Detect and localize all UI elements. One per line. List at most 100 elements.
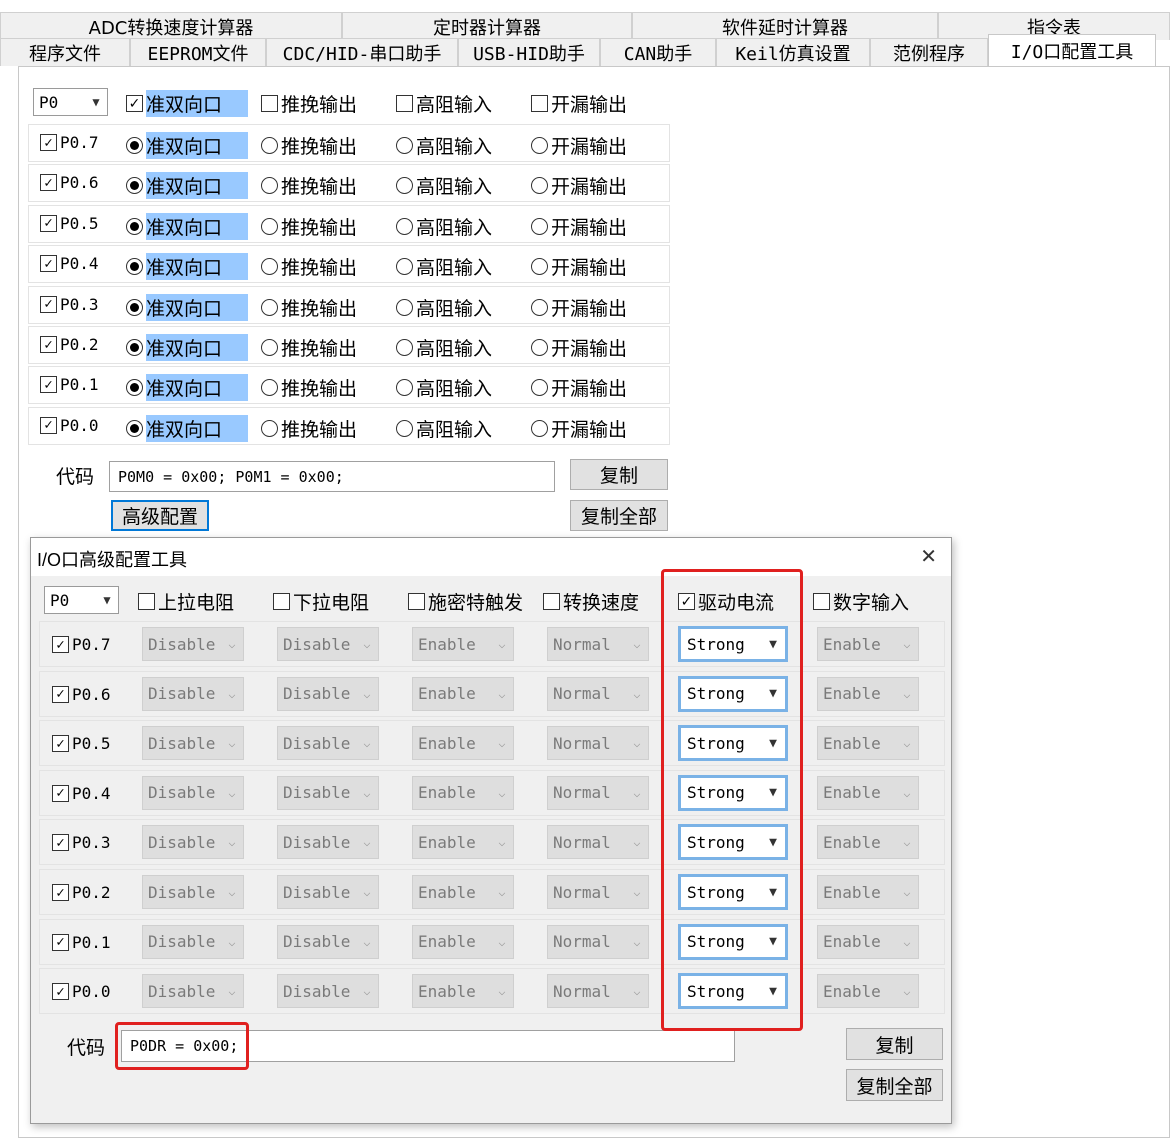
tab-adc-calculator[interactable]: ADC转换速度计算器 (0, 12, 342, 40)
chevron-down-icon: ⌵ (633, 637, 641, 651)
checkbox-checked-icon: ✓ (52, 784, 69, 802)
header-check-opendrain[interactable]: 开漏输出 (531, 90, 627, 117)
pin-mode-radio[interactable]: 开漏输出 (531, 253, 627, 280)
tab-io-config[interactable]: I/O口配置工具 (988, 34, 1156, 66)
pin-enable-checkbox[interactable]: ✓ P0.6 (40, 173, 99, 192)
pin-mode-radio[interactable]: 高阻输入 (396, 253, 492, 280)
pin-mode-radio[interactable]: 推挽输出 (261, 213, 357, 240)
select-value: Normal (553, 684, 611, 704)
advanced-pin-checkbox[interactable]: ✓ P0.3 (52, 833, 111, 852)
chevron-down-icon: ⌵ (903, 835, 911, 850)
pin-enable-checkbox[interactable]: ✓ P0.5 (40, 214, 99, 233)
tab-delay-calculator[interactable]: 软件延时计算器 (632, 12, 938, 40)
pin-mode-radio[interactable]: 高阻输入 (396, 415, 492, 442)
pin-enable-checkbox[interactable]: ✓ P0.1 (40, 375, 99, 394)
pin-mode-radio[interactable]: 推挽输出 (261, 172, 357, 199)
pin-mode-radio[interactable]: 准双向口 (126, 414, 248, 442)
pin-mode-radio[interactable]: 开漏输出 (531, 415, 627, 442)
pin-mode-radio[interactable]: 开漏输出 (531, 374, 627, 401)
pin-mode-radio[interactable]: 推挽输出 (261, 334, 357, 361)
pin-mode-radio[interactable]: 推挽输出 (261, 294, 357, 321)
tab-usb-hid[interactable]: USB-HID助手 (458, 38, 600, 66)
tab-examples[interactable]: 范例程序 (870, 38, 988, 66)
tab-eeprom-file[interactable]: EEPROM文件 (130, 38, 266, 66)
radio-icon (531, 217, 548, 235)
pin-mode-radio[interactable]: 推挽输出 (261, 415, 357, 442)
advanced-pin-checkbox[interactable]: ✓ P0.0 (52, 982, 111, 1001)
tab-can-assistant[interactable]: CAN助手 (600, 38, 716, 66)
checkbox-checked-icon: ✓ (40, 134, 57, 151)
pin-enable-checkbox[interactable]: ✓ P0.2 (40, 335, 99, 354)
pin-mode-radio[interactable]: 准双向口 (126, 132, 248, 159)
pin-enable-checkbox[interactable]: ✓ P0.3 (40, 295, 99, 314)
checkbox-checked-icon: ✓ (40, 376, 57, 394)
advanced-pin-checkbox[interactable]: ✓ P0.1 (52, 933, 111, 952)
chevron-down-icon: ⌵ (903, 637, 911, 651)
pin-mode-radio[interactable]: 高阻输入 (396, 294, 492, 321)
pin-mode-radio[interactable]: 开漏输出 (531, 213, 627, 240)
pin-mode-radio[interactable]: 准双向口 (126, 374, 248, 402)
advanced-pin-checkbox[interactable]: ✓ P0.2 (52, 883, 111, 902)
pin-label: P0.4 (60, 254, 99, 274)
tab-timer-calculator[interactable]: 定时器计算器 (342, 12, 632, 40)
pin-mode-radio[interactable]: 高阻输入 (396, 374, 492, 401)
column-check-schmitt[interactable]: 施密特触发 (408, 588, 523, 615)
tab-program-file[interactable]: 程序文件 (0, 38, 130, 66)
pin-label: P0.5 (60, 213, 99, 233)
dialog-copy-all-button[interactable]: 复制全部 (846, 1069, 943, 1101)
select-value: Disable (148, 733, 216, 753)
pin-enable-checkbox[interactable]: ✓ P0.7 (40, 133, 99, 152)
pin-mode-radio[interactable]: 推挽输出 (261, 132, 357, 159)
copy-button[interactable]: 复制 (570, 459, 668, 490)
checkbox-checked-icon: ✓ (52, 884, 69, 901)
tab-cdc-hid-serial[interactable]: CDC/HID-串口助手 (266, 38, 458, 66)
dialog-port-select[interactable]: P0 ▼ (44, 586, 119, 614)
pin-mode-radio[interactable]: 高阻输入 (396, 213, 492, 240)
pin-mode-radio[interactable]: 准双向口 (126, 293, 248, 321)
mode-label: 高阻输入 (416, 216, 493, 239)
radio-icon (531, 298, 548, 316)
advanced-config-button[interactable]: 高级配置 (111, 500, 209, 531)
pin-enable-checkbox[interactable]: ✓ P0.4 (40, 254, 99, 273)
advanced-pin-checkbox[interactable]: ✓ P0.4 (52, 784, 111, 803)
pin-mode-radio[interactable]: 推挽输出 (261, 253, 357, 280)
pin-mode-radio[interactable]: 高阻输入 (396, 334, 492, 361)
column-check-slew-rate[interactable]: 转换速度 (543, 588, 639, 615)
pin-mode-radio[interactable]: 准双向口 (126, 334, 248, 361)
header-check-highz[interactable]: 高阻输入 (396, 90, 492, 117)
pin-label: P0.6 (60, 173, 99, 193)
copy-all-button[interactable]: 复制全部 (570, 500, 668, 531)
pin-mode-radio[interactable]: 开漏输出 (531, 294, 627, 321)
mode-label: 开漏输出 (551, 257, 628, 280)
chevron-down-icon: ⌵ (633, 835, 641, 850)
column-check-pullup[interactable]: 上拉电阻 (138, 588, 234, 615)
chevron-down-icon: ⌵ (498, 736, 506, 751)
pin-mode-radio[interactable]: 开漏输出 (531, 334, 627, 361)
pin-mode-radio[interactable]: 准双向口 (126, 212, 248, 240)
checkbox-checked-icon: ✓ (40, 174, 57, 192)
select-value: Enable (823, 832, 881, 852)
close-icon[interactable]: ✕ (920, 544, 937, 568)
advanced-pin-checkbox[interactable]: ✓ P0.6 (52, 685, 111, 704)
pin-mode-radio[interactable]: 推挽输出 (261, 374, 357, 401)
port-select[interactable]: P0 ▼ (33, 88, 108, 116)
pin-enable-checkbox[interactable]: ✓ P0.0 (40, 416, 99, 435)
pin-mode-radio[interactable]: 开漏输出 (531, 172, 627, 199)
column-check-pulldown[interactable]: 下拉电阻 (273, 588, 369, 615)
pin-mode-radio[interactable]: 高阻输入 (396, 172, 492, 199)
select-value: Disable (283, 733, 351, 753)
chevron-down-icon: ⌵ (363, 686, 371, 701)
pin-mode-radio[interactable]: 高阻输入 (396, 132, 492, 159)
code-output-field[interactable]: P0M0 = 0x00; P0M1 = 0x00; (109, 461, 555, 492)
header-check-pushpull[interactable]: 推挽输出 (261, 90, 357, 117)
advanced-pin-checkbox[interactable]: ✓ P0.5 (52, 734, 111, 753)
advanced-pin-checkbox[interactable]: ✓ P0.7 (52, 635, 111, 654)
dialog-copy-button[interactable]: 复制 (846, 1028, 943, 1060)
header-check-quasi[interactable]: ✓ 准双向口 (126, 90, 248, 117)
tab-keil-debug[interactable]: Keil仿真设置 (716, 38, 870, 66)
select-value: Enable (823, 932, 881, 952)
column-check-digital-input[interactable]: 数字输入 (813, 588, 909, 615)
pin-mode-radio[interactable]: 开漏输出 (531, 132, 627, 159)
pin-mode-radio[interactable]: 准双向口 (126, 253, 248, 281)
pin-mode-radio[interactable]: 准双向口 (126, 172, 248, 200)
